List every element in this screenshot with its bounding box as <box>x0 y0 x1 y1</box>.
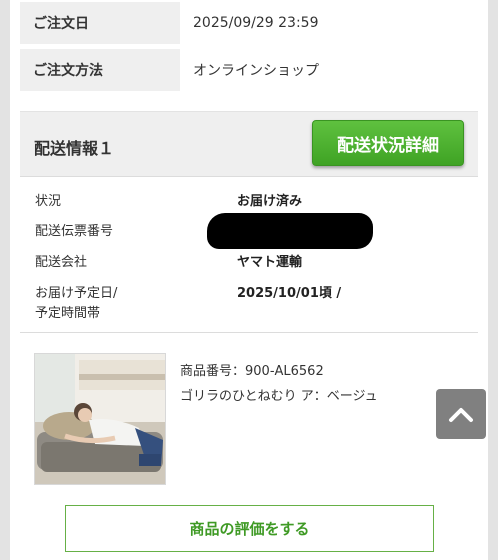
order-method-value: オンラインショップ <box>193 63 319 79</box>
tracking-number-label: 配送伝票番号 <box>35 224 114 239</box>
carrier-value: ヤマト運輸 <box>237 255 303 270</box>
schedule-label-line2: 予定時間帯 <box>35 306 101 321</box>
divider <box>20 176 478 177</box>
product-image[interactable] <box>34 353 166 485</box>
schedule-label-line1: お届け予定日/ <box>35 286 118 301</box>
order-detail-card: ご注文日 2025/09/29 23:59 ご注文方法 オンラインショップ 配送… <box>10 0 488 560</box>
status-label: 状況 <box>35 194 62 209</box>
tracking-number-redaction <box>207 213 373 249</box>
order-date-row: ご注文日 2025/09/29 23:59 <box>20 2 319 44</box>
divider <box>20 332 478 333</box>
schedule-value: 2025/10/01頃 / <box>237 286 342 301</box>
delivery-header: 配送情報１ 配送状況詳細 <box>20 111 478 176</box>
order-date-value: 2025/09/29 23:59 <box>193 15 319 31</box>
order-method-row: ご注文方法 オンラインショップ <box>20 49 319 91</box>
order-date-label: ご注文日 <box>20 2 180 44</box>
status-value: お届け済み <box>237 194 303 209</box>
delivery-title: 配送情報１ <box>34 139 115 158</box>
delivery-status-detail-button[interactable]: 配送状況詳細 <box>312 120 464 166</box>
product-photo-illustration <box>35 354 165 484</box>
product-name[interactable]: ゴリラのひとねむり ア：ベージュ <box>180 385 378 404</box>
order-method-label: ご注文方法 <box>20 49 180 91</box>
chevron-up-icon <box>449 408 473 422</box>
scroll-to-top-button[interactable] <box>436 389 486 439</box>
review-product-button[interactable]: 商品の評価をする <box>65 505 434 552</box>
product-number: 商品番号：900-AL6562 <box>180 364 324 379</box>
carrier-label: 配送会社 <box>35 255 88 270</box>
